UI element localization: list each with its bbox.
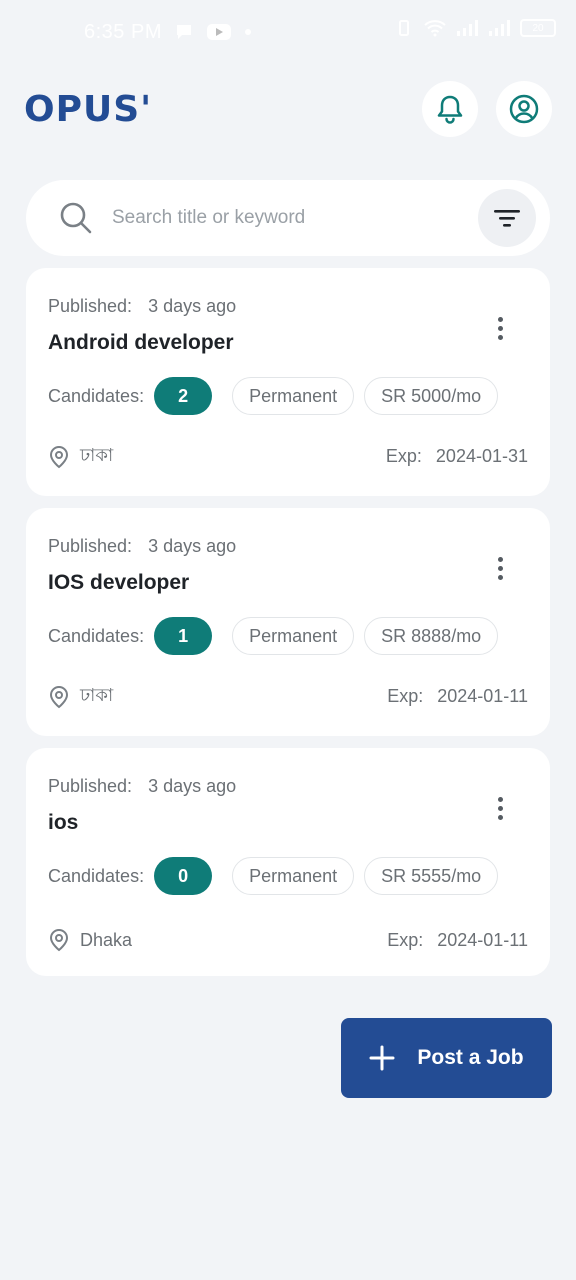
candidates-count-badge[interactable]: 2	[154, 377, 213, 415]
app-header: OPUS'	[24, 80, 552, 138]
published-value: 3 days ago	[148, 776, 237, 796]
salary-pill: SR 5000/mo	[364, 377, 499, 415]
plus-icon	[369, 1045, 395, 1071]
location-pin-icon	[49, 685, 69, 708]
signal-icon	[457, 20, 478, 36]
app-logo: OPUS'	[24, 88, 153, 130]
status-time: 6:35 PM	[84, 20, 162, 43]
published-value: 3 days ago	[148, 296, 237, 316]
job-title: Android developer	[48, 331, 234, 354]
more-vertical-icon	[497, 316, 503, 322]
exp-label: Exp:	[385, 446, 422, 466]
post-job-button[interactable]: Post a Job	[341, 1018, 552, 1098]
profile-button[interactable]	[496, 81, 552, 137]
search-input[interactable]	[112, 207, 478, 229]
published-label: Published:	[48, 776, 133, 796]
post-job-label: Post a Job	[417, 1046, 524, 1069]
search-icon	[60, 202, 92, 234]
job-title: IOS developer	[48, 571, 190, 594]
job-location: ঢাকা	[80, 445, 114, 465]
exp-label: Exp:	[387, 686, 424, 706]
salary-pill: SR 5555/mo	[364, 857, 499, 895]
exp-label: Exp:	[387, 929, 424, 950]
job-card[interactable]: Published: 3 days ago IOS developer Cand…	[26, 508, 550, 736]
wifi-icon	[424, 20, 446, 37]
job-menu-button[interactable]	[488, 314, 512, 342]
job-location: ঢাকা	[80, 685, 114, 705]
youtube-icon	[206, 24, 231, 40]
job-list: Published: 3 days ago Android developer …	[26, 268, 550, 988]
user-circle-icon	[509, 94, 539, 124]
job-card[interactable]: Published: 3 days ago Android developer …	[26, 268, 550, 496]
job-menu-button[interactable]	[488, 554, 512, 582]
candidates-count-badge[interactable]: 1	[154, 617, 213, 655]
job-type-pill: Permanent	[232, 377, 355, 415]
published-label: Published:	[48, 536, 133, 556]
notifications-button[interactable]	[422, 81, 478, 137]
candidates-label: Candidates:	[48, 625, 145, 646]
more-vertical-icon	[497, 796, 503, 802]
bell-icon	[437, 95, 463, 124]
signal-icon-2	[489, 20, 510, 36]
status-bar: 6:35 PM 20	[0, 0, 576, 64]
published-value: 3 days ago	[148, 536, 237, 556]
dot-icon	[244, 29, 251, 35]
job-location: Dhaka	[80, 929, 133, 950]
battery-indicator: 20	[520, 19, 556, 37]
search-bar	[26, 180, 550, 256]
location-pin-icon	[49, 445, 69, 468]
published-label: Published:	[48, 296, 133, 316]
candidates-label: Candidates:	[48, 385, 145, 406]
more-vertical-icon	[497, 556, 503, 562]
exp-date: 2024-01-31	[435, 446, 528, 466]
chat-bubble-icon	[176, 25, 191, 39]
exp-date: 2024-01-11	[437, 686, 528, 706]
filter-icon	[494, 210, 520, 227]
job-type-pill: Permanent	[232, 857, 355, 895]
job-menu-button[interactable]	[488, 794, 512, 822]
candidates-label: Candidates:	[48, 865, 145, 886]
candidates-count-badge[interactable]: 0	[154, 857, 213, 895]
exp-date: 2024-01-11	[437, 929, 528, 950]
vibrate-icon	[399, 20, 409, 36]
location-pin-icon	[49, 928, 69, 952]
job-title: ios	[48, 811, 79, 834]
filter-button[interactable]	[478, 189, 536, 247]
salary-pill: SR 8888/mo	[364, 617, 499, 655]
job-type-pill: Permanent	[232, 617, 355, 655]
job-card[interactable]: Published: 3 days ago ios Candidates: 0 …	[26, 748, 550, 976]
